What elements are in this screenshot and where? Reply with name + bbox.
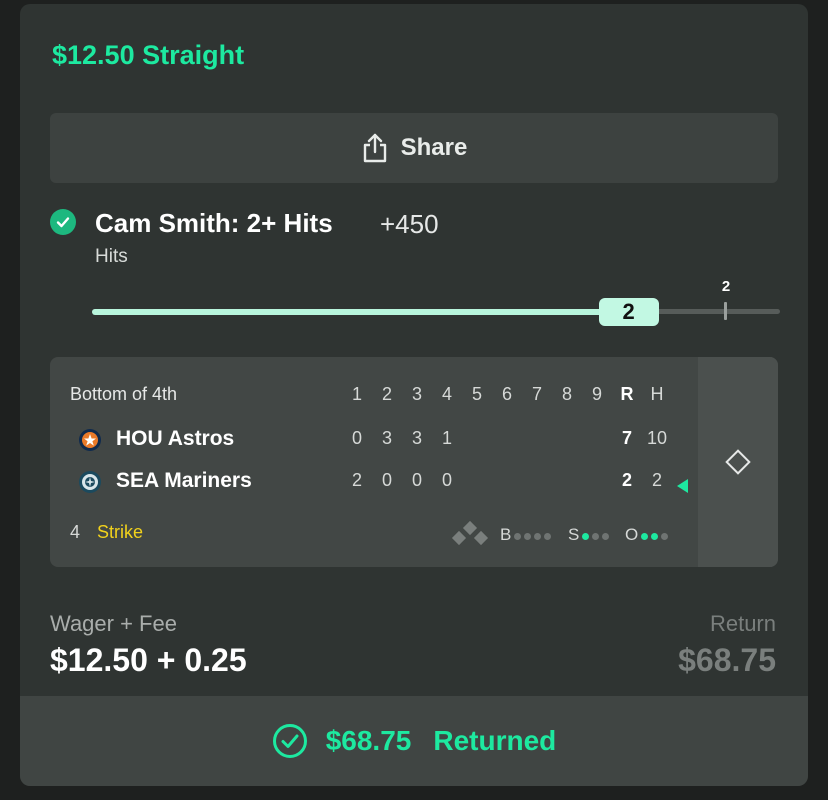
wager-value: $12.50 + 0.25 [50,642,247,678]
count-dot [602,533,610,540]
return-value: $68.75 [678,642,776,678]
inning-header-cell: 1 [351,384,362,404]
balls-label: B [500,525,512,544]
won-check-icon [50,209,76,235]
count-dot [651,533,659,540]
balls-dots [511,525,552,545]
inning-score-cell: 2 [351,470,362,490]
return-label: Return [709,611,776,636]
diamond-icon [725,449,751,475]
check-circle-icon [272,724,307,758]
bet-title: $12.50 Straight [52,40,245,70]
scoreboard[interactable]: Bottom of 4th 123456789RH HOU Astros 033… [50,357,778,567]
pick-title: Cam Smith: 2+ Hits [95,208,333,238]
share-label: Share [400,134,468,161]
game-status: Bottom of 4th [70,384,178,404]
inning-score-cell: 3 [381,428,392,448]
team-row-home: SEA Mariners 200022 [50,466,698,496]
team-runs: 2 [621,470,632,490]
count-dot [524,533,532,540]
batting-indicator-icon [677,479,688,493]
team-hits: 10 [646,428,668,448]
strikes-dots [579,525,610,545]
bet-card: $12.50 Straight Share Cam Smith: 2+ Hits… [20,4,808,786]
runs-header: R [620,384,634,404]
astros-logo-icon [78,428,102,452]
second-base [462,520,478,536]
progress-fill [92,309,629,315]
count-dot [592,533,600,540]
bases-icon [450,520,490,549]
outs-count: O [625,525,669,545]
count-dot [641,533,649,540]
inning-header-cell: 8 [561,384,572,404]
outs-label: O [625,525,639,544]
balls-count: B [500,525,552,545]
inning-score-cell: 3 [411,428,422,448]
team-row-away: HOU Astros 0 3 3 1 7 10 [50,424,698,454]
progress-target-label: 2 [721,278,731,295]
count-dot [582,533,590,540]
pick-odds: +450 [380,209,439,239]
returned-banner: $68.75 Returned [20,696,808,786]
inning-header-cell: 6 [501,384,512,404]
inning-header-cell: 4 [441,384,452,404]
strikes-label: S [568,525,580,544]
team-name: HOU Astros [116,427,235,450]
progress-current-badge: 2 [598,298,659,326]
inning-score-cell: 1 [441,428,452,448]
inning-score-cell: 0 [351,428,362,448]
count-dot [661,533,669,540]
first-base [473,530,489,546]
inning-header-cell: 2 [381,384,392,404]
count-dot [514,533,522,540]
returned-amount: $68.75 [325,725,412,756]
last-play-number: 4 [70,522,81,542]
mariners-logo-icon [78,470,102,494]
share-icon [363,133,386,163]
inning-header-cell: 5 [471,384,482,404]
strikes-count: S [568,525,610,545]
inning-score-cell: 0 [381,470,392,490]
inning-header-cell: 3 [411,384,422,404]
count-dot [534,533,542,540]
outs-dots [638,525,669,545]
inning-score-cell: 0 [411,470,422,490]
share-button[interactable]: Share [50,113,778,183]
returned-status: Returned [433,725,557,756]
progress-target-tick [724,302,727,320]
team-hits: 2 [651,470,662,490]
field-view-button[interactable] [698,357,778,567]
pick-market: Hits [95,246,128,267]
team-runs: 7 [621,428,632,448]
wager-label: Wager + Fee [50,611,177,636]
inning-score-cell: 0 [441,470,452,490]
inning-header-cell: 7 [531,384,542,404]
count-dot [544,533,552,540]
last-play-event: Strike [97,522,144,542]
team-name: SEA Mariners [116,469,252,492]
hits-header: H [650,384,664,404]
inning-header-cell: 9 [591,384,602,404]
third-base [451,530,467,546]
